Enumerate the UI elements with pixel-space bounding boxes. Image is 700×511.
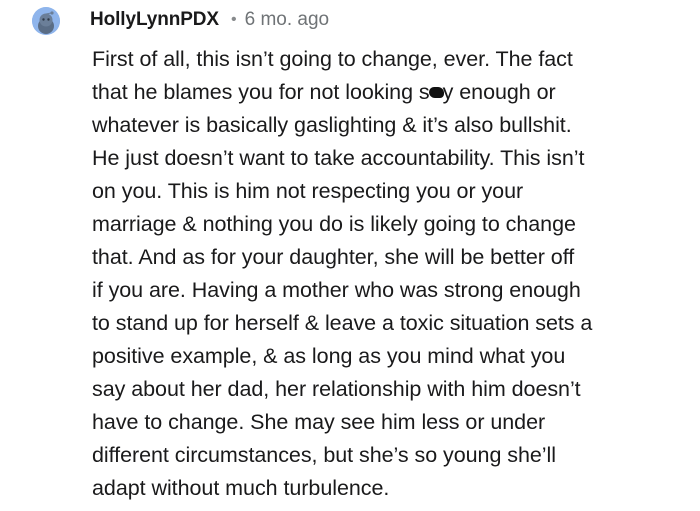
- comment-line: whatever is basically gaslighting & it’s…: [92, 113, 572, 137]
- comment-timestamp[interactable]: 6 mo. ago: [245, 9, 330, 31]
- comment-line: that. And as for your daughter, she will…: [92, 245, 575, 269]
- comment-line-part: that he blames you for not looking s: [92, 80, 430, 104]
- snoo-avatar-icon: [32, 7, 60, 35]
- comment-line: He just doesn’t want to take accountabil…: [92, 146, 585, 170]
- comment-line: adapt without much turbulence.: [92, 476, 390, 500]
- separator-dot: •: [231, 11, 237, 28]
- comment-body: First of all, this isn’t going to change…: [92, 43, 684, 505]
- redaction-mark: [428, 87, 444, 98]
- comment-line: on you. This is him not respecting you o…: [92, 179, 524, 203]
- comment-line: say about her dad, her relationship with…: [92, 377, 581, 401]
- username-link[interactable]: HollyLynnPDX: [90, 9, 219, 31]
- user-avatar[interactable]: [32, 7, 60, 35]
- comment-line: if you are. Having a mother who was stro…: [92, 278, 581, 302]
- comment-line-part: y enough or: [442, 80, 556, 104]
- comment-line: positive example, & as long as you mind …: [92, 344, 566, 368]
- comment-line: marriage & nothing you do is likely goin…: [92, 212, 576, 236]
- comment: HollyLynnPDX • 6 mo. ago First of all, t…: [0, 0, 700, 511]
- comment-line: that he blames you for not looking s y en…: [92, 76, 684, 109]
- comment-header: HollyLynnPDX • 6 mo. ago: [90, 8, 329, 32]
- comment-line: First of all, this isn’t going to change…: [92, 47, 573, 71]
- comment-line: to stand up for herself & leave a toxic …: [92, 311, 593, 335]
- comment-line: have to change. She may see him less or …: [92, 410, 546, 434]
- comment-line: different circumstances, but she’s so yo…: [92, 443, 556, 467]
